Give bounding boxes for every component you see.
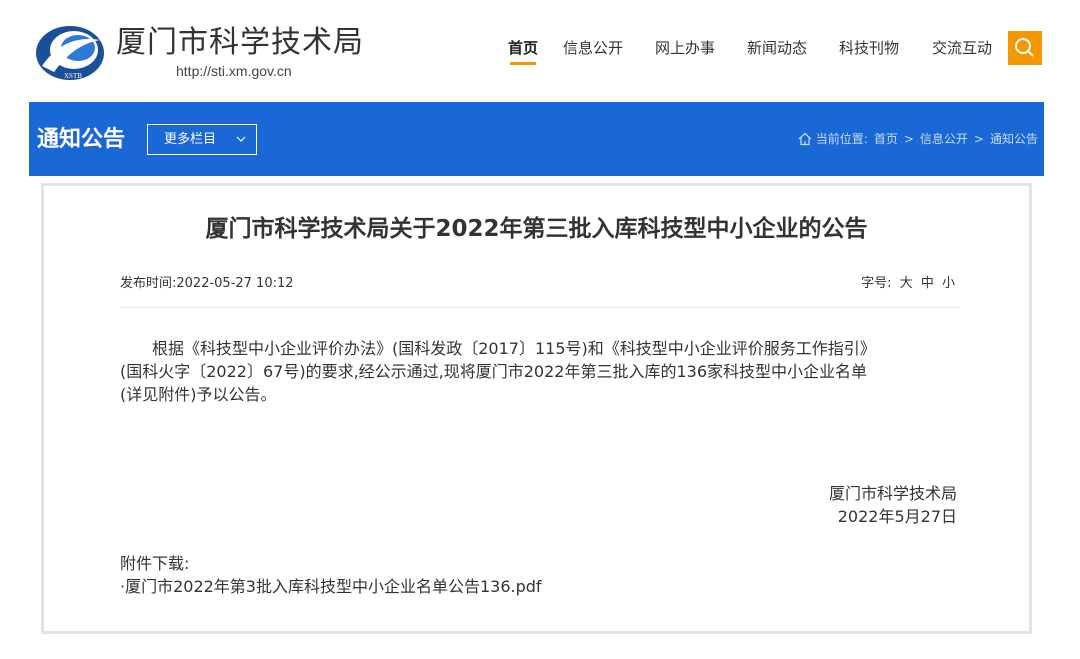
- breadcrumb-info-disclosure[interactable]: 信息公开: [920, 131, 968, 147]
- search-icon: [1015, 38, 1034, 57]
- body-paragraph-line: (国科火字〔2022〕67号)的要求,经公示通过,现将厦门市2022年第三批入库…: [120, 362, 867, 381]
- nav-item-news[interactable]: 新闻动态: [747, 38, 807, 58]
- svg-text:XSTB: XSTB: [64, 72, 82, 80]
- breadcrumb-notices[interactable]: 通知公告: [990, 131, 1038, 147]
- nav-item-publications[interactable]: 科技刊物: [839, 38, 899, 58]
- nav-active-indicator: [510, 62, 536, 65]
- site-logo[interactable]: XSTB: [34, 24, 106, 82]
- nav-item-home[interactable]: 首页: [508, 38, 539, 65]
- breadcrumb-home[interactable]: 首页: [874, 131, 898, 147]
- breadcrumb: 当前位置: 首页 > 信息公开 > 通知公告: [798, 131, 1038, 147]
- attachment-label: 附件下载:: [120, 554, 190, 573]
- meta-divider: [120, 307, 960, 308]
- site-url: http://sti.xm.gov.cn: [176, 63, 292, 79]
- font-size-control: 字号: 大 中 小: [861, 275, 955, 293]
- article-body: 根据《科技型中小企业评价办法》(国科发政〔2017〕115号)和《科技型中小企业…: [120, 337, 960, 406]
- attachment-download-link[interactable]: ·厦门市2022年第3批入库科技型中小企业名单公告136.pdf: [120, 575, 542, 598]
- font-size-label: 字号:: [861, 276, 892, 291]
- font-size-small-button[interactable]: 小: [942, 276, 955, 291]
- publish-time: 发布时间:2022-05-27 10:12: [120, 276, 294, 291]
- search-button[interactable]: [1008, 31, 1042, 65]
- signature-organization: 厦门市科学技术局: [828, 484, 957, 503]
- article-panel: 厦门市科学技术局关于2022年第三批入库科技型中小企业的公告 发布时间:2022…: [41, 183, 1032, 634]
- nav-item-interaction[interactable]: 交流互动: [932, 38, 992, 58]
- site-name: 厦门市科学技术局: [116, 25, 364, 60]
- body-paragraph-line: (详见附件)予以公告。: [120, 385, 277, 404]
- nav-item-info-disclosure[interactable]: 信息公开: [563, 38, 623, 58]
- site-header: XSTB 厦门市科学技术局 http://sti.xm.gov.cn 首页 信息…: [0, 0, 1080, 102]
- signature-date: 2022年5月27日: [837, 507, 957, 526]
- home-icon: [798, 132, 812, 146]
- section-banner: 通知公告 更多栏目 当前位置: 首页 > 信息公开 > 通知公告: [29, 102, 1044, 176]
- nav-item-label: 首页: [508, 39, 539, 57]
- body-paragraph-line: 根据《科技型中小企业评价办法》(国科发政〔2017〕115号)和《科技型中小企业…: [152, 339, 876, 358]
- nav-item-online-services[interactable]: 网上办事: [655, 38, 715, 58]
- section-title: 通知公告: [37, 127, 126, 152]
- breadcrumb-separator: >: [973, 132, 984, 146]
- chevron-down-icon: [236, 136, 246, 142]
- breadcrumb-separator: >: [903, 132, 914, 146]
- font-size-large-button[interactable]: 大: [900, 276, 913, 291]
- article-title: 厦门市科学技术局关于2022年第三批入库科技型中小企业的公告: [205, 216, 868, 242]
- font-size-medium-button[interactable]: 中: [921, 276, 934, 291]
- more-columns-label: 更多栏目: [164, 132, 217, 147]
- breadcrumb-prefix: 当前位置:: [815, 132, 868, 146]
- more-columns-dropdown[interactable]: 更多栏目: [147, 124, 257, 155]
